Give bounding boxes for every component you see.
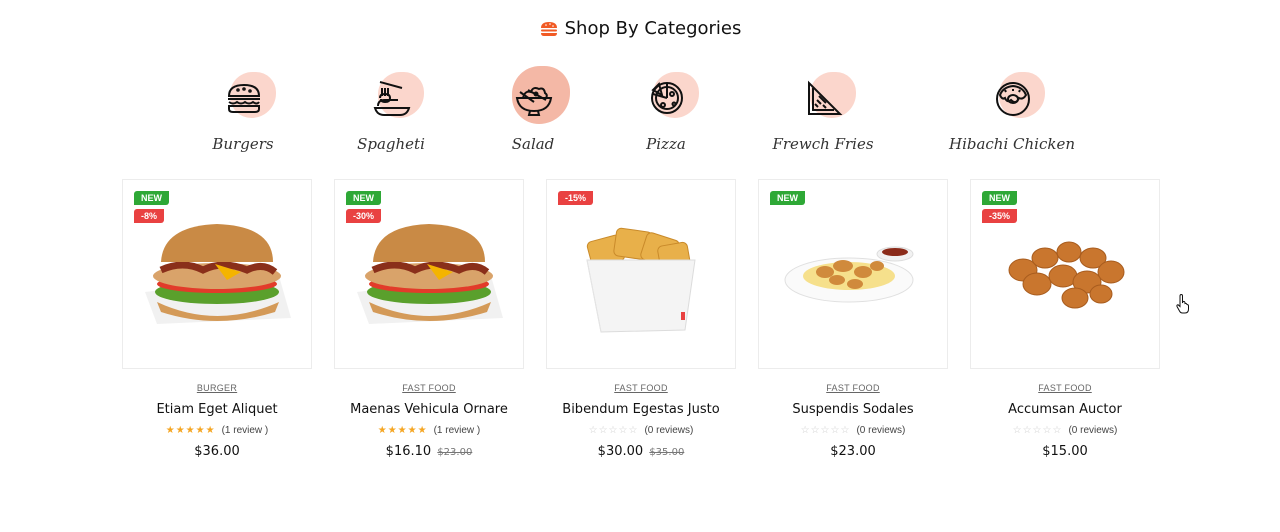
product-category-link[interactable]: FAST FOOD: [970, 383, 1160, 393]
product-category-link[interactable]: FAST FOOD: [758, 383, 948, 393]
category-label: Salad: [511, 135, 555, 153]
product-card[interactable]: NEW -8% BURGER Etiam Eget Aliquet ★★★★★ …: [122, 179, 312, 459]
product-name-link[interactable]: Maenas Vehicula Ornare: [334, 402, 524, 417]
hand-cursor-icon: [1176, 294, 1189, 314]
review-count-link[interactable]: (1 review ): [434, 425, 481, 436]
burger-icon: [540, 21, 557, 36]
star-rating: ★★★★★: [165, 425, 216, 436]
product-price: $30.00 $35.00: [546, 444, 736, 459]
star-rating: ☆☆☆☆☆: [588, 425, 639, 436]
current-price: $23.00: [830, 444, 876, 459]
star-rating: ☆☆☆☆☆: [800, 425, 851, 436]
discount-badge: -30%: [346, 209, 382, 223]
product-price: $36.00: [122, 444, 312, 459]
product-rating: ★★★★★ (1 review ): [334, 425, 524, 436]
current-price: $30.00: [597, 444, 644, 459]
new-badge: NEW: [134, 191, 169, 205]
product-card[interactable]: NEW -30% FAST FOOD Maenas Vehicula Ornar…: [334, 179, 524, 459]
current-price: $15.00: [1042, 444, 1088, 459]
category-burgers[interactable]: Burgers: [168, 70, 318, 153]
section-header: Shop By Categories: [0, 18, 1280, 39]
new-badge: NEW: [346, 191, 381, 205]
noodles-icon: [373, 81, 411, 116]
review-count-link[interactable]: (0 reviews): [1068, 425, 1117, 436]
product-rating: ☆☆☆☆☆ (0 reviews): [970, 425, 1160, 436]
product-image-link[interactable]: -15%: [546, 179, 736, 369]
product-image-link[interactable]: NEW -8%: [122, 179, 312, 369]
product-image-link[interactable]: NEW -35%: [970, 179, 1160, 369]
product-rating: ☆☆☆☆☆ (0 reviews): [758, 425, 948, 436]
category-salad[interactable]: Salad: [458, 66, 608, 153]
category-label: Pizza: [646, 135, 686, 153]
category-french-fries[interactable]: Frewch Fries: [748, 70, 898, 153]
burger-icon: [227, 83, 261, 113]
category-spagheti[interactable]: Spagheti: [316, 70, 466, 153]
product-category-link[interactable]: BURGER: [122, 383, 312, 393]
category-label: Hibachi Chicken: [948, 135, 1075, 153]
product-name-link[interactable]: Accumsan Auctor: [970, 402, 1160, 417]
product-card[interactable]: -15% FAST FOOD Bibendum Egestas Justo ☆☆…: [546, 179, 736, 459]
old-price: $23.00: [437, 447, 473, 458]
review-count-link[interactable]: (0 reviews): [856, 425, 905, 436]
old-price: $35.00: [649, 447, 685, 458]
discount-badge: -8%: [134, 209, 165, 223]
category-label: Spagheti: [357, 135, 425, 153]
discount-badge: -35%: [982, 209, 1018, 223]
category-label: Burgers: [212, 135, 274, 153]
pizza-icon: [651, 82, 683, 114]
current-price: $16.10: [385, 444, 432, 459]
discount-badge: -15%: [558, 191, 594, 205]
category-pizza[interactable]: Pizza: [591, 70, 741, 153]
product-name-link[interactable]: Bibendum Egestas Justo: [546, 402, 736, 417]
product-name-link[interactable]: Suspendis Sodales: [758, 402, 948, 417]
donut-icon: [996, 82, 1030, 116]
star-rating: ☆☆☆☆☆: [1012, 425, 1063, 436]
current-price: $36.00: [194, 444, 240, 459]
review-count-link[interactable]: (0 reviews): [644, 425, 693, 436]
product-price: $16.10 $23.00: [334, 444, 524, 459]
product-price: $15.00: [970, 444, 1160, 459]
product-card[interactable]: NEW FAST FOOD Suspendis Sodales ☆☆☆☆☆ (0…: [758, 179, 948, 459]
product-price: $23.00: [758, 444, 948, 459]
category-hibachi-chicken[interactable]: Hibachi Chicken: [937, 70, 1087, 153]
product-category-link[interactable]: FAST FOOD: [546, 383, 736, 393]
chicken-plate-photo: [784, 246, 914, 303]
review-count-link[interactable]: (1 review ): [222, 425, 269, 436]
category-label: Frewch Fries: [772, 135, 874, 153]
product-image-link[interactable]: NEW: [758, 179, 948, 369]
product-image-link[interactable]: NEW -30%: [334, 179, 524, 369]
product-name-link[interactable]: Etiam Eget Aliquet: [122, 402, 312, 417]
product-category-link[interactable]: FAST FOOD: [334, 383, 524, 393]
new-badge: NEW: [770, 191, 805, 205]
sandwich-icon: [808, 80, 843, 115]
product-rating: ★★★★★ (1 review ): [122, 425, 312, 436]
section-title: Shop By Categories: [564, 18, 742, 39]
salad-bowl-icon: [515, 87, 553, 116]
product-card[interactable]: NEW -35% FAST FOOD Accumsan Auctor ☆☆☆☆☆…: [970, 179, 1160, 459]
product-rating: ☆☆☆☆☆ (0 reviews): [546, 425, 736, 436]
star-rating: ★★★★★: [377, 425, 428, 436]
waffle-fries-photo: [586, 227, 696, 333]
new-badge: NEW: [982, 191, 1017, 205]
